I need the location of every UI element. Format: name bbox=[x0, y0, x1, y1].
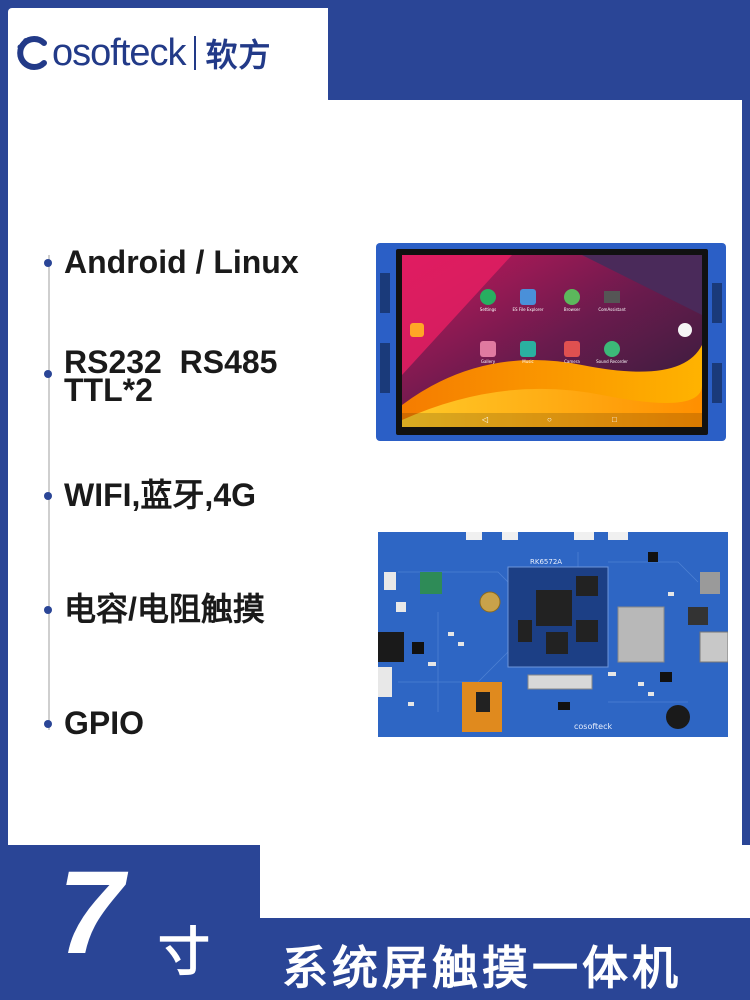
product-slogan: 系统屏触摸一体机 bbox=[282, 942, 682, 994]
bottom-size-tab bbox=[0, 845, 260, 1000]
feature-label-line2: TTL*2 bbox=[64, 372, 153, 408]
app-label: Sound Recorder bbox=[596, 359, 628, 364]
android-home-screen: Settings ES File Explorer Browser ComAss… bbox=[402, 255, 702, 427]
music-icon[interactable] bbox=[520, 341, 536, 357]
mic-icon[interactable] bbox=[604, 341, 620, 357]
mainboard-photo: RK6572A cosofteck bbox=[378, 532, 729, 737]
image-icon[interactable] bbox=[480, 341, 496, 357]
bottom-white-wedge bbox=[230, 845, 750, 918]
side-connector bbox=[712, 363, 722, 403]
screen-size-unit: 寸 bbox=[158, 924, 211, 982]
wallpaper bbox=[402, 255, 702, 427]
display-module-photo: Settings ES File Explorer Browser ComAss… bbox=[376, 243, 726, 441]
bullet-dot-icon bbox=[44, 492, 52, 500]
feature-label: 电容/电阻触摸 bbox=[64, 591, 265, 627]
board-model-label: RK6572A bbox=[530, 558, 563, 566]
bullet-dot-icon bbox=[44, 720, 52, 728]
chip-icon[interactable] bbox=[604, 291, 620, 303]
feature-item-serial: RS232 RS485 TTL*2 bbox=[44, 346, 277, 408]
launcher-icon[interactable] bbox=[410, 323, 424, 337]
bullet-dot-icon bbox=[44, 370, 52, 378]
app-label: ES File Explorer bbox=[512, 307, 544, 312]
screen-bezel: Settings ES File Explorer Browser ComAss… bbox=[396, 249, 708, 435]
feature-item-os: Android / Linux bbox=[44, 245, 299, 279]
screen-size-number: 7 bbox=[58, 847, 124, 979]
feature-label: GPIO bbox=[64, 705, 145, 741]
gear-icon[interactable] bbox=[480, 289, 496, 305]
home-nav-icon[interactable]: ○ bbox=[547, 415, 552, 424]
feature-item-touch: 电容/电阻触摸 bbox=[44, 592, 265, 626]
side-connector bbox=[380, 273, 390, 313]
header-slant bbox=[300, 8, 330, 106]
side-connector bbox=[380, 343, 390, 393]
back-nav-icon[interactable]: ◁ bbox=[482, 415, 488, 424]
app-label: Gallery bbox=[480, 359, 496, 364]
folder-icon[interactable] bbox=[520, 289, 536, 305]
app-label: ComAssistant bbox=[598, 307, 626, 312]
bullet-dot-icon bbox=[44, 606, 52, 614]
app-label: Music bbox=[522, 359, 534, 364]
globe-icon[interactable] bbox=[564, 289, 580, 305]
brand-logo: osofteck 软方 bbox=[14, 30, 272, 76]
app-label: Browser bbox=[563, 307, 581, 312]
board-brand-print: cosofteck bbox=[574, 722, 613, 731]
feature-item-wireless: WIFI,蓝牙,4G bbox=[44, 478, 256, 512]
logo-text: osofteck bbox=[52, 31, 187, 74]
logo-chinese: 软方 bbox=[205, 37, 272, 73]
app-label: Camera bbox=[564, 359, 580, 364]
bullet-dot-icon bbox=[44, 259, 52, 267]
camera-icon[interactable] bbox=[564, 341, 580, 357]
all-apps-icon[interactable] bbox=[678, 323, 692, 337]
recents-nav-icon[interactable]: □ bbox=[612, 415, 617, 424]
logo-separator bbox=[193, 36, 196, 70]
feature-label: Android / Linux bbox=[64, 244, 299, 280]
side-connector bbox=[712, 283, 722, 323]
feature-item-gpio: GPIO bbox=[44, 706, 144, 740]
app-label: Settings bbox=[479, 307, 497, 312]
logo-mark-icon bbox=[14, 33, 54, 73]
feature-label: WIFI,蓝牙,4G bbox=[64, 477, 257, 513]
